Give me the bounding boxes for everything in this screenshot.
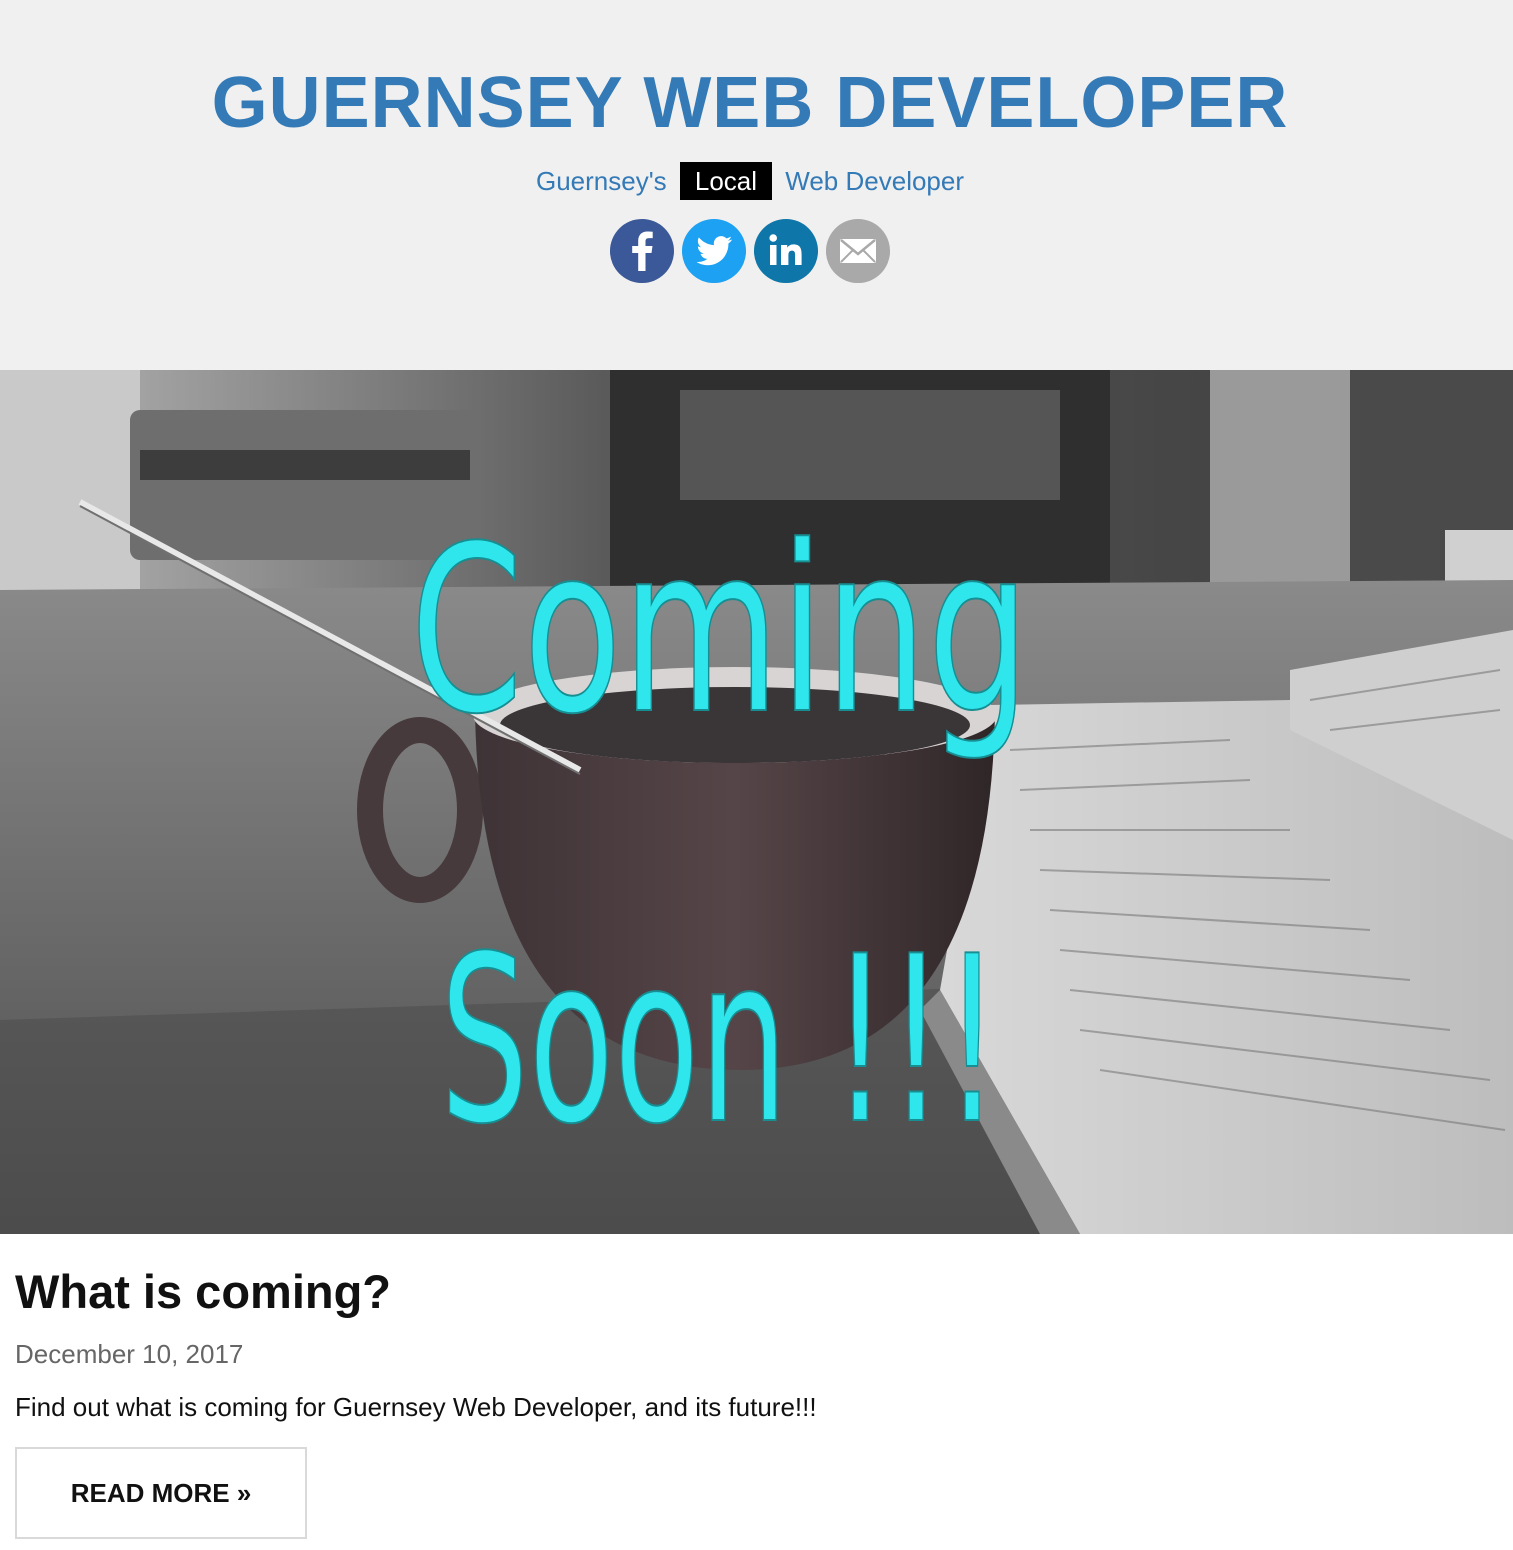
linkedin-link[interactable] bbox=[754, 219, 818, 283]
site-title-link[interactable]: GUERNSEY WEB DEVELOPER bbox=[0, 62, 1500, 144]
coming-text: Coming bbox=[410, 498, 1030, 765]
tagline-suffix: Web Developer bbox=[785, 166, 965, 196]
twitter-icon bbox=[682, 219, 746, 283]
post-entry: What is coming? December 10, 2017 Find o… bbox=[15, 1262, 1495, 1424]
post-date: December 10, 2017 bbox=[15, 1339, 244, 1369]
read-more-button[interactable]: READ MORE » bbox=[15, 1447, 307, 1539]
tagline-highlight: Local bbox=[679, 162, 773, 200]
hero-image: Coming Soon !!! bbox=[0, 370, 1513, 1234]
post-title[interactable]: What is coming? bbox=[15, 1262, 1495, 1322]
email-icon bbox=[826, 219, 890, 283]
facebook-icon bbox=[610, 219, 674, 283]
twitter-link[interactable] bbox=[682, 219, 746, 283]
site-tagline: Guernsey's Local Web Developer bbox=[0, 162, 1500, 200]
site-header: GUERNSEY WEB DEVELOPER Guernsey's Local … bbox=[0, 0, 1513, 370]
coming-soon-overlay: Coming Soon !!! bbox=[409, 497, 1031, 1176]
social-links bbox=[610, 219, 890, 283]
tagline-prefix: Guernsey's bbox=[535, 166, 667, 196]
post-excerpt: Find out what is coming for Guernsey Web… bbox=[15, 1392, 817, 1422]
soon-text: Soon !!! bbox=[440, 908, 1000, 1175]
facebook-link[interactable] bbox=[610, 219, 674, 283]
email-link[interactable] bbox=[826, 219, 890, 283]
linkedin-icon bbox=[754, 219, 818, 283]
